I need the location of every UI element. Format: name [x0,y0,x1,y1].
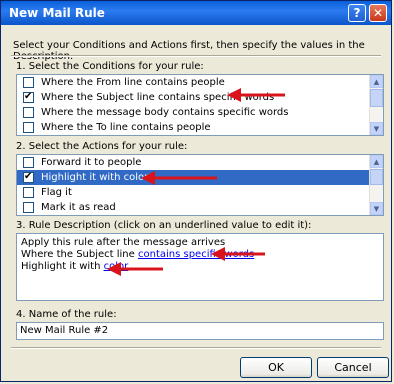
actions-list[interactable]: Forward it to people ✔ Highlight it with… [16,154,384,216]
divider [11,55,381,57]
condition-item-body[interactable]: Where the message body contains specific… [17,105,383,120]
new-mail-rule-dialog: New Mail Rule ? ✕ Select your Conditions… [0,0,392,382]
condition-checkbox-to[interactable] [23,122,34,133]
checkmark-icon: ✔ [24,91,33,102]
color-link[interactable]: color [104,261,129,272]
rule-name-input[interactable]: New Mail Rule #2 [16,322,384,340]
condition-checkbox-from[interactable] [23,77,34,88]
scroll-thumb[interactable] [370,89,383,107]
scroll-down-button[interactable]: ▼ [370,122,383,135]
condition-label-from: Where the From line contains people [41,77,225,88]
action-item-highlight[interactable]: ✔ Highlight it with color [17,170,383,185]
checkmark-icon: ✔ [24,171,33,182]
instruction-text: Select your Conditions and Actions first… [13,40,365,62]
cancel-button[interactable]: Cancel [317,357,389,378]
action-label-forward: Forward it to people [41,157,142,168]
action-checkbox-highlight[interactable]: ✔ [23,171,34,183]
condition-checkbox-body[interactable] [23,107,34,118]
actions-label: 2. Select the Actions for your rule: [16,141,188,152]
actions-scrollbar[interactable]: ▲ ▼ [369,155,383,215]
close-icon: ✕ [372,6,384,20]
description-line-3: Highlight it with color [21,261,379,273]
conditions-label: 1. Select the Conditions for your rule: [16,61,204,72]
help-button[interactable]: ? [348,4,366,22]
description-line-2-text: Where the Subject line [21,249,138,260]
scroll-down-icon: ▼ [373,205,380,213]
rule-description-box: Apply this rule after the message arrive… [16,233,384,301]
window-title: New Mail Rule [9,6,105,20]
condition-label-to: Where the To line contains people [41,122,211,133]
description-line-2: Where the Subject line contains specific… [21,249,379,261]
scroll-up-icon: ▲ [373,158,380,166]
rule-name-label: 4. Name of the rule: [16,309,117,320]
title-bar: New Mail Rule ? ✕ [1,1,391,25]
divider [11,347,381,349]
conditions-list[interactable]: Where the From line contains people ✔ Wh… [16,74,384,136]
action-checkbox-mark-read[interactable] [23,202,34,213]
scroll-thumb[interactable] [370,169,383,185]
help-icon: ? [353,6,361,20]
action-label-highlight: Highlight it with color [41,172,149,183]
ok-button[interactable]: OK [240,357,312,378]
action-checkbox-forward[interactable] [23,157,34,168]
description-label: 3. Rule Description (click on an underli… [16,220,312,231]
contains-words-link[interactable]: contains specific words [138,249,254,260]
description-line-1: Apply this rule after the message arrive… [21,237,226,248]
conditions-scrollbar[interactable]: ▲ ▼ [369,75,383,135]
description-line-3-text: Highlight it with [21,261,104,272]
scroll-up-icon: ▲ [373,78,380,86]
condition-label-body: Where the message body contains specific… [41,107,289,118]
action-label-flag: Flag it [41,187,72,198]
scroll-up-button[interactable]: ▲ [370,75,383,88]
action-item-mark-read[interactable]: Mark it as read [17,200,383,215]
scroll-down-button[interactable]: ▼ [370,202,383,215]
scroll-up-button[interactable]: ▲ [370,155,383,168]
condition-item-to[interactable]: Where the To line contains people [17,120,383,135]
action-item-forward[interactable]: Forward it to people [17,155,383,170]
scroll-down-icon: ▼ [373,125,380,133]
close-button[interactable]: ✕ [369,4,387,22]
condition-item-subject[interactable]: ✔ Where the Subject line contains specif… [17,90,383,105]
action-checkbox-flag[interactable] [23,187,34,198]
action-item-flag[interactable]: Flag it [17,185,383,200]
condition-checkbox-subject[interactable]: ✔ [23,91,34,103]
condition-item-from[interactable]: Where the From line contains people [17,75,383,90]
condition-label-subject: Where the Subject line contains specific… [41,92,275,103]
action-label-mark-read: Mark it as read [41,202,116,213]
